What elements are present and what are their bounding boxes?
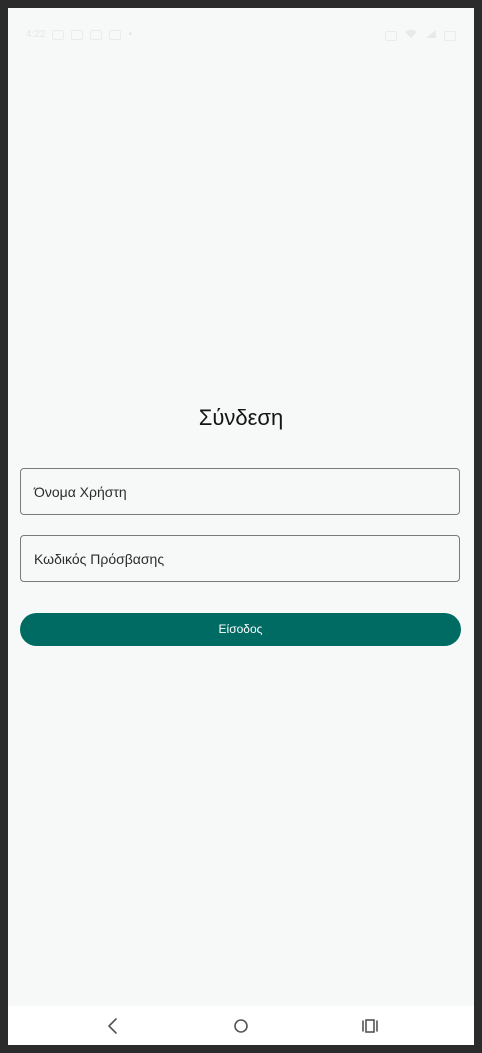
status-time: 4:22	[26, 29, 46, 40]
battery-icon	[444, 30, 456, 41]
navigation-bar	[8, 1006, 474, 1045]
cast-icon	[109, 29, 122, 40]
mute-icon	[385, 30, 397, 41]
more-dot-icon: •	[128, 29, 132, 40]
page-title: Σύνδεση	[198, 405, 284, 430]
status-bar: 4:22 •	[8, 8, 474, 58]
signal-icon	[425, 29, 437, 42]
back-icon[interactable]	[104, 1017, 122, 1035]
phone-screen: 4:22 • Σύνδεση Όνομα Χρήστη Κωδικός Πρόσ…	[8, 8, 474, 1045]
status-bar-left: 4:22 •	[26, 29, 132, 40]
username-placeholder: Όνομα Χρήστη	[34, 484, 127, 500]
password-field[interactable]: Κωδικός Πρόσβασης	[20, 535, 460, 582]
notification-icon	[52, 29, 65, 40]
media-icon	[90, 29, 103, 40]
recent-apps-icon[interactable]	[361, 1017, 379, 1035]
home-icon[interactable]	[232, 1017, 250, 1035]
download-icon	[71, 29, 84, 40]
username-field[interactable]: Όνομα Χρήστη	[20, 468, 460, 515]
login-button[interactable]: Είσοδος	[20, 613, 461, 646]
status-bar-right	[385, 29, 456, 42]
wifi-icon	[404, 29, 418, 42]
password-placeholder: Κωδικός Πρόσβασης	[34, 551, 165, 567]
